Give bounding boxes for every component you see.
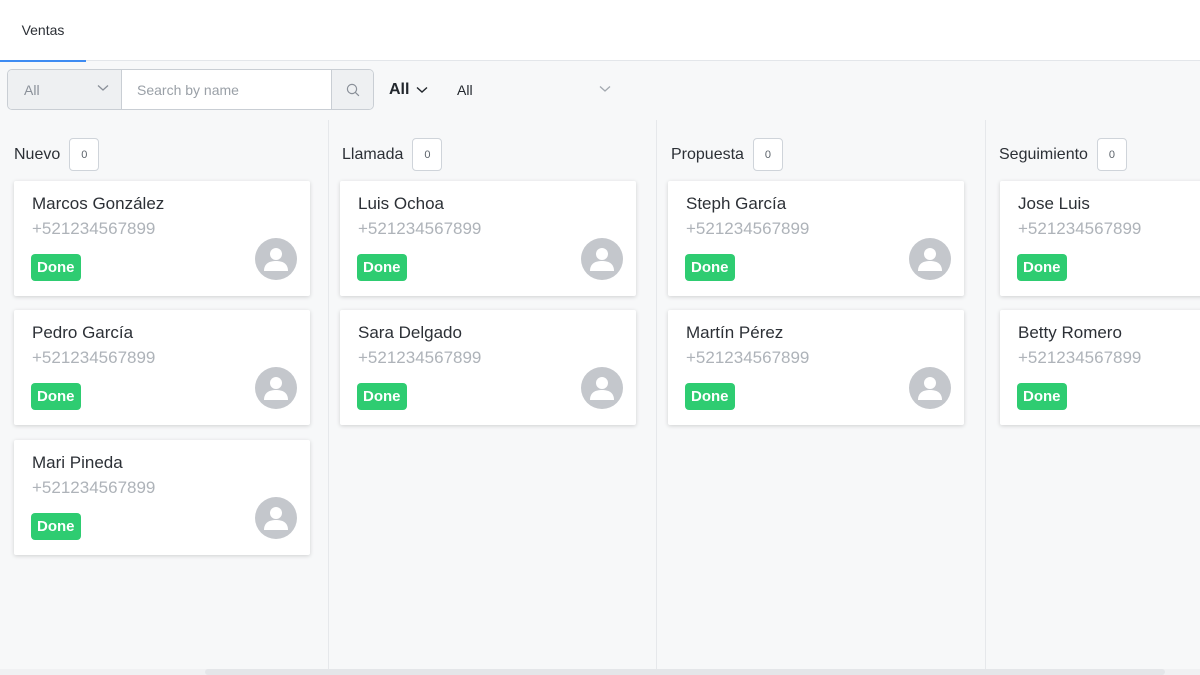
lead-name: Marcos González bbox=[32, 194, 165, 213]
column-title: Propuesta bbox=[671, 145, 744, 163]
lead-phone: +521234567899 bbox=[1018, 219, 1142, 238]
lead-phone: +521234567899 bbox=[686, 219, 810, 238]
column-count-badge: 0 bbox=[69, 138, 100, 171]
search-input[interactable] bbox=[122, 70, 332, 109]
owner-filter-value: All bbox=[457, 81, 473, 98]
user-placeholder-icon bbox=[255, 367, 297, 409]
scope-select[interactable]: All bbox=[8, 70, 122, 109]
lead-phone: +521234567899 bbox=[32, 348, 156, 367]
lead-name: Betty Romero bbox=[1018, 323, 1122, 342]
chevron-down-icon bbox=[416, 86, 428, 93]
lead-phone: +521234567899 bbox=[686, 348, 810, 367]
column-header: Nuevo 0 bbox=[14, 138, 100, 171]
lead-card[interactable]: Jose Luis +521234567899 Done bbox=[1000, 181, 1200, 296]
chevron-down-icon bbox=[97, 85, 109, 91]
user-placeholder-icon bbox=[581, 238, 623, 280]
user-placeholder-icon bbox=[581, 367, 623, 409]
status-badge: Done bbox=[357, 383, 407, 410]
lead-card[interactable]: Mari Pineda +521234567899 Done bbox=[14, 440, 310, 555]
status-badge: Done bbox=[685, 383, 735, 410]
status-badge: Done bbox=[31, 254, 81, 281]
status-badge: Done bbox=[685, 254, 735, 281]
chevron-down-icon bbox=[599, 86, 611, 92]
lead-name: Mari Pineda bbox=[32, 453, 123, 472]
user-placeholder-icon bbox=[255, 238, 297, 280]
status-badge: Done bbox=[1017, 383, 1067, 410]
status-filter-dropdown[interactable]: All bbox=[389, 69, 437, 110]
lead-phone: +521234567899 bbox=[358, 219, 482, 238]
lead-name: Sara Delgado bbox=[358, 323, 462, 342]
column-count-badge: 0 bbox=[1096, 138, 1127, 171]
lead-name: Luis Ochoa bbox=[358, 194, 444, 213]
tab-ventas[interactable]: Ventas bbox=[0, 0, 86, 62]
lead-name: Martín Pérez bbox=[686, 323, 784, 342]
lead-card[interactable]: Pedro García +521234567899 Done bbox=[14, 310, 310, 425]
status-badge: Done bbox=[1017, 254, 1067, 281]
lead-phone: +521234567899 bbox=[32, 478, 156, 497]
column-title: Seguimiento bbox=[999, 145, 1088, 163]
kanban-board: Nuevo 0 Marcos González +521234567899 Do… bbox=[0, 120, 1200, 669]
column-header: Seguimiento 0 bbox=[999, 138, 1127, 171]
search-group: All bbox=[7, 69, 374, 110]
lead-card[interactable]: Betty Romero +521234567899 Done bbox=[1000, 310, 1200, 425]
status-badge: Done bbox=[31, 383, 81, 410]
column-propuesta: Propuesta 0 Steph García +521234567899 D… bbox=[657, 120, 986, 669]
lead-card[interactable]: Luis Ochoa +521234567899 Done bbox=[340, 181, 636, 296]
horizontal-scrollbar[interactable] bbox=[0, 669, 1200, 675]
column-count-badge: 0 bbox=[412, 138, 443, 171]
column-count-badge: 0 bbox=[752, 138, 783, 171]
column-header: Llamada 0 bbox=[342, 138, 443, 171]
column-title: Nuevo bbox=[14, 145, 61, 163]
lead-card[interactable]: Marcos González +521234567899 Done bbox=[14, 181, 310, 296]
search-button[interactable] bbox=[331, 70, 373, 109]
column-seguimiento: Seguimiento 0 Jose Luis +521234567899 Do… bbox=[985, 120, 1200, 669]
scrollbar-thumb[interactable] bbox=[205, 669, 1165, 675]
lead-card[interactable]: Sara Delgado +521234567899 Done bbox=[340, 310, 636, 425]
column-nuevo: Nuevo 0 Marcos González +521234567899 Do… bbox=[0, 120, 329, 669]
lead-phone: +521234567899 bbox=[358, 348, 482, 367]
lead-name: Jose Luis bbox=[1018, 194, 1090, 213]
user-placeholder-icon bbox=[909, 238, 951, 280]
lead-name: Steph García bbox=[686, 194, 787, 213]
scope-select-value: All bbox=[24, 81, 40, 98]
owner-filter-dropdown[interactable]: All bbox=[457, 69, 617, 110]
user-placeholder-icon bbox=[909, 367, 951, 409]
column-header: Propuesta 0 bbox=[671, 138, 783, 171]
column-title: Llamada bbox=[342, 145, 404, 163]
lead-card[interactable]: Steph García +521234567899 Done bbox=[668, 181, 964, 296]
filter-bar: All All All bbox=[7, 69, 1197, 111]
search-icon bbox=[346, 83, 360, 96]
lead-phone: +521234567899 bbox=[32, 219, 156, 238]
status-badge: Done bbox=[357, 254, 407, 281]
status-filter-value: All bbox=[389, 80, 410, 98]
tab-bar: Ventas bbox=[0, 0, 1200, 62]
column-llamada: Llamada 0 Luis Ochoa +521234567899 Done … bbox=[328, 120, 657, 669]
lead-card[interactable]: Martín Pérez +521234567899 Done bbox=[668, 310, 964, 425]
lead-phone: +521234567899 bbox=[1018, 348, 1142, 367]
lead-name: Pedro García bbox=[32, 323, 134, 342]
status-badge: Done bbox=[31, 513, 81, 540]
user-placeholder-icon bbox=[255, 497, 297, 539]
